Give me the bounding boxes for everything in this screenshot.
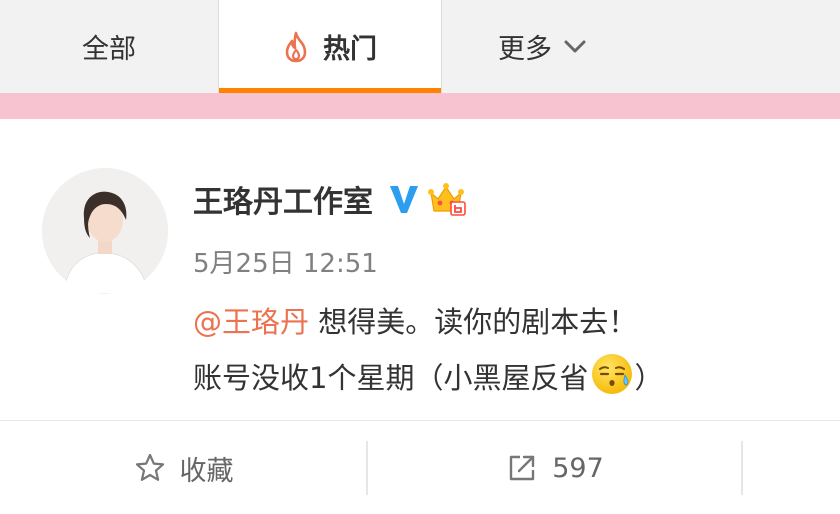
chevron-down-icon (564, 40, 586, 54)
share-icon (506, 452, 538, 484)
tab-more[interactable]: 更多 (442, 0, 642, 93)
tab-bar: 全部 热门 更多 (0, 0, 840, 93)
flame-icon (283, 31, 309, 63)
avatar[interactable] (42, 168, 168, 294)
crown-icon (427, 181, 467, 217)
share-count: 597 (552, 452, 604, 484)
weibo-post-card: 王珞丹工作室 5月25日 12:51 @王珞丹 想得美。读你的剧本去！ 账号没收… (0, 119, 840, 514)
tab-hot-label: 热门 (323, 34, 377, 65)
author-name[interactable]: 王珞丹工作室 (193, 177, 373, 221)
verified-v-icon (387, 182, 421, 216)
action-divider (0, 420, 840, 421)
author-row: 王珞丹工作室 (193, 177, 467, 221)
post-text-line-2: 账号没收1个星期（小黑屋反省 ） (193, 350, 813, 414)
tab-more-label: 更多 (498, 34, 552, 65)
post-text-close: ） (634, 361, 664, 395)
mention-link[interactable]: @王珞丹 (193, 305, 309, 339)
post-text-part-1: 想得美。读你的剧本去！ (318, 305, 638, 339)
post-text: @王珞丹 想得美。读你的剧本去！ 账号没收1个星期（小黑屋反省 ） (193, 294, 813, 414)
post-text-line-1: @王珞丹 想得美。读你的剧本去！ (193, 294, 813, 350)
sweat-emoji (590, 352, 634, 414)
share-button[interactable]: 597 (368, 439, 742, 497)
tab-all-label: 全部 (82, 34, 136, 65)
post-timestamp[interactable]: 5月25日 12:51 (193, 243, 378, 280)
post-text-part-2: 账号没收1个星期（小黑屋反省 (193, 361, 589, 395)
action-separator (741, 441, 743, 495)
star-icon (134, 452, 166, 484)
separator-band (0, 93, 840, 119)
favorite-button[interactable]: 收藏 (0, 439, 367, 497)
tab-all[interactable]: 全部 (0, 0, 218, 93)
action-bar: 收藏 597 (0, 439, 840, 497)
favorite-label: 收藏 (179, 455, 234, 487)
tab-hot[interactable]: 热门 (218, 0, 442, 93)
